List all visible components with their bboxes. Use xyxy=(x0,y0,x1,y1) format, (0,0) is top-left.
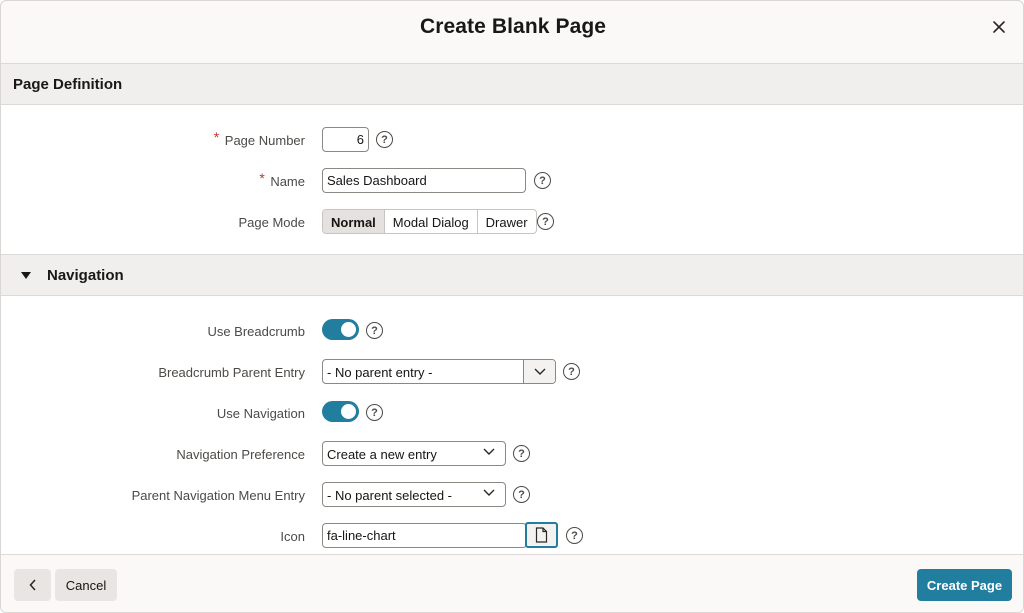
navigation-preference-value: Create a new entry xyxy=(327,447,437,462)
help-icon[interactable]: ? xyxy=(566,527,583,544)
page-mode-label: Page Mode xyxy=(238,215,306,230)
navigation-header[interactable]: Navigation xyxy=(1,254,1023,296)
help-icon[interactable]: ? xyxy=(376,131,393,148)
help-icon[interactable]: ? xyxy=(534,172,551,189)
dialog-footer: Cancel Create Page xyxy=(1,554,1023,612)
parent-nav-menu-label: Parent Navigation Menu Entry xyxy=(131,488,305,503)
help-icon[interactable]: ? xyxy=(513,445,530,462)
help-icon[interactable]: ? xyxy=(537,213,554,230)
required-asterisk: * xyxy=(259,170,265,186)
chevron-down-icon xyxy=(534,368,545,375)
parent-nav-menu-value: - No parent selected - xyxy=(327,488,453,503)
name-row: * Name ? xyxy=(1,168,1023,196)
create-page-button[interactable]: Create Page xyxy=(917,569,1012,601)
breadcrumb-parent-label: Breadcrumb Parent Entry xyxy=(158,365,305,380)
close-icon xyxy=(993,21,1005,33)
dropdown-button[interactable] xyxy=(523,360,555,383)
use-navigation-row: Use Navigation ? xyxy=(1,400,1023,428)
parent-nav-menu-select[interactable]: - No parent selected - xyxy=(322,482,506,507)
navigation-preference-select[interactable]: Create a new entry xyxy=(322,441,506,466)
page-definition-title: Page Definition xyxy=(13,75,123,93)
back-button[interactable] xyxy=(14,569,51,601)
use-breadcrumb-row: Use Breadcrumb ? xyxy=(1,318,1023,346)
help-icon[interactable]: ? xyxy=(563,363,580,380)
close-button[interactable] xyxy=(987,15,1011,39)
breadcrumb-parent-row: Breadcrumb Parent Entry - No parent entr… xyxy=(1,359,1023,387)
name-input[interactable] xyxy=(322,168,526,193)
use-breadcrumb-label: Use Breadcrumb xyxy=(207,324,305,339)
dialog-title: Create Blank Page xyxy=(419,15,607,38)
collapse-caret-icon[interactable] xyxy=(21,271,31,279)
parent-nav-menu-row: Parent Navigation Menu Entry - No parent… xyxy=(1,482,1023,510)
chevron-left-icon xyxy=(28,579,36,591)
breadcrumb-parent-value: - No parent entry - xyxy=(327,365,433,380)
help-icon[interactable]: ? xyxy=(366,322,383,339)
create-blank-page-dialog: Create Blank Page Page Definition * Page… xyxy=(0,0,1024,613)
breadcrumb-parent-select[interactable]: - No parent entry - xyxy=(322,359,556,384)
required-asterisk: * xyxy=(213,129,220,145)
page-number-row: * Page Number ? xyxy=(1,127,1023,155)
navigation-title: Navigation xyxy=(47,266,124,284)
use-breadcrumb-toggle[interactable] xyxy=(322,319,359,340)
navigation-preference-label: Navigation Preference xyxy=(176,447,305,462)
page-mode-row: Page Mode Normal Modal Dialog Drawer ? xyxy=(1,209,1023,237)
help-icon[interactable]: ? xyxy=(366,404,383,421)
page-number-input[interactable] xyxy=(322,127,369,152)
name-label: Name xyxy=(270,174,305,189)
dialog-title-bar: Create Blank Page xyxy=(1,1,1023,57)
use-navigation-label: Use Navigation xyxy=(216,406,305,421)
use-navigation-toggle[interactable] xyxy=(322,401,359,422)
help-icon[interactable]: ? xyxy=(513,486,530,503)
page-mode-modal-dialog[interactable]: Modal Dialog xyxy=(385,210,478,233)
page-mode-normal[interactable]: Normal xyxy=(323,210,385,233)
icon-label: Icon xyxy=(280,529,305,544)
cancel-button[interactable]: Cancel xyxy=(55,569,117,601)
file-icon xyxy=(535,527,548,543)
page-mode-drawer[interactable]: Drawer xyxy=(478,210,536,233)
page-mode-segmented: Normal Modal Dialog Drawer xyxy=(322,209,537,234)
navigation-preference-row: Navigation Preference Create a new entry… xyxy=(1,441,1023,469)
page-number-label: Page Number xyxy=(224,133,305,148)
navigation-body: Use Breadcrumb ? Breadcrumb Parent Entry… xyxy=(1,296,1023,554)
chevron-down-icon xyxy=(483,448,495,455)
icon-picker-button[interactable] xyxy=(525,522,558,548)
icon-input[interactable] xyxy=(322,523,527,548)
icon-row: Icon ? xyxy=(1,522,1023,551)
page-definition-header: Page Definition xyxy=(1,63,1023,105)
chevron-down-icon xyxy=(483,489,495,496)
page-definition-body: * Page Number ? * Name ? Page Mode Norma… xyxy=(1,105,1023,254)
